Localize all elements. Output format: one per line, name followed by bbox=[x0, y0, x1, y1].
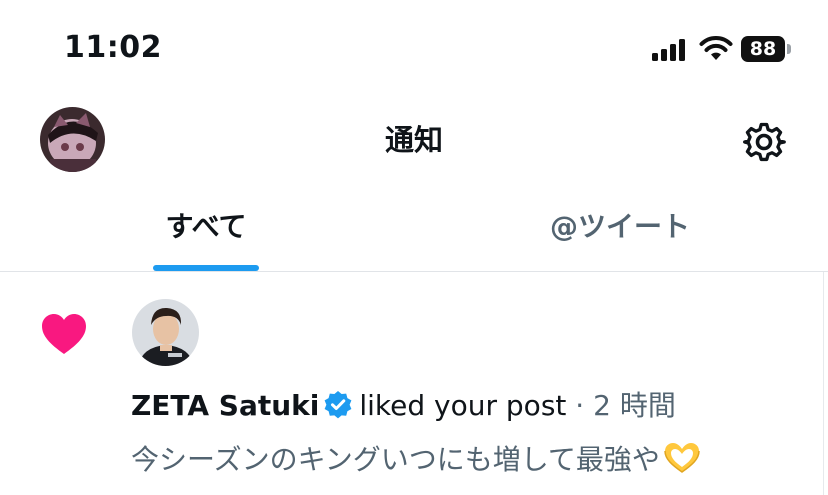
gear-icon[interactable] bbox=[742, 120, 786, 164]
notification-time: 2 時間 bbox=[593, 389, 676, 422]
post-text: 今シーズンのキングいつにも増して最強や bbox=[131, 443, 660, 476]
battery-icon: 88 bbox=[741, 36, 785, 62]
tab-mentions[interactable]: @ツイート bbox=[500, 205, 740, 249]
verified-badge-icon bbox=[324, 391, 352, 419]
tab-all[interactable]: すべて bbox=[120, 205, 292, 249]
heart-icon bbox=[42, 314, 86, 354]
heart-hands-emoji-icon bbox=[664, 443, 700, 473]
tabs-divider bbox=[0, 271, 828, 272]
page-title: 通知 bbox=[384, 123, 443, 157]
time-separator: · bbox=[575, 389, 585, 422]
user-avatar-image bbox=[132, 299, 199, 366]
status-time: 11:02 bbox=[64, 30, 162, 65]
signal-icon bbox=[652, 39, 685, 61]
battery-cap bbox=[787, 44, 791, 54]
wifi-icon bbox=[699, 36, 733, 60]
user-name[interactable]: ZETA Satuki bbox=[131, 389, 319, 422]
notification-action: liked your post bbox=[359, 389, 567, 422]
battery-level: 88 bbox=[749, 38, 777, 60]
post-preview[interactable]: 今シーズンのキングいつにも増して最強や bbox=[131, 438, 702, 482]
scroll-edge bbox=[823, 272, 824, 495]
notification-avatar[interactable] bbox=[132, 299, 199, 366]
notifications-screen: 11:02 88 通知 すべて @ツイート ZETA Satuki liked … bbox=[0, 0, 828, 495]
notification-text: ZETA Satuki liked your post · 2 時間 bbox=[131, 385, 676, 427]
